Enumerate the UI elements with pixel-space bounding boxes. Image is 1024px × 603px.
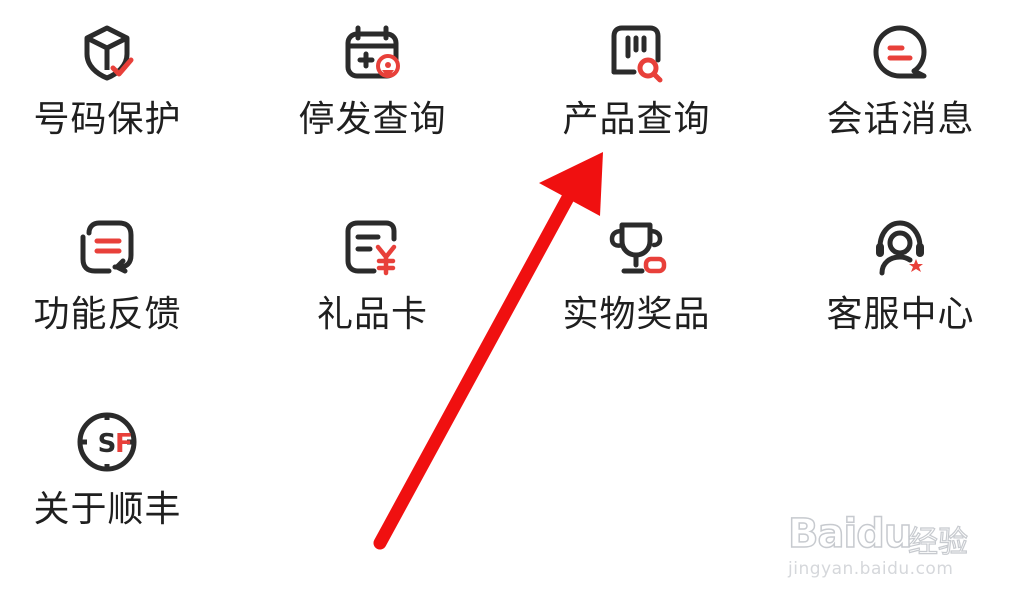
menu-item-label: 会话消息 xyxy=(826,99,975,140)
menu-item-suspension-query[interactable]: 停发查询 xyxy=(270,0,470,170)
menu-item-label: 客服中心 xyxy=(826,294,975,335)
menu-item-label: 功能反馈 xyxy=(33,294,182,335)
package-search-icon xyxy=(604,20,668,84)
menu-item-product-query[interactable]: 产品查询 xyxy=(534,0,734,170)
menu-item-number-protection[interactable]: 号码保护 xyxy=(5,0,205,170)
trophy-icon xyxy=(604,215,668,279)
calendar-location-icon xyxy=(340,20,404,84)
watermark-url: jingyan.baidu.com xyxy=(788,559,954,579)
feedback-refresh-icon xyxy=(75,215,139,279)
menu-item-customer-service[interactable]: 客服中心 xyxy=(798,195,998,365)
menu-item-feedback[interactable]: 功能反馈 xyxy=(5,195,205,365)
menu-item-label: 产品查询 xyxy=(562,99,711,140)
gift-card-yen-icon xyxy=(340,215,404,279)
chat-bubble-icon xyxy=(868,20,932,84)
menu-item-label: 礼品卡 xyxy=(316,294,428,335)
menu-item-messages[interactable]: 会话消息 xyxy=(798,0,998,170)
menu-item-label: 号码保护 xyxy=(33,99,182,140)
baidu-logo: Baidu xyxy=(787,510,913,558)
menu-item-physical-prizes[interactable]: 实物奖品 xyxy=(534,195,734,365)
customer-service-headset-icon xyxy=(868,215,932,279)
sf-logo-icon: S F xyxy=(75,410,139,474)
menu-item-label: 关于顺丰 xyxy=(33,489,182,530)
menu-item-gift-card[interactable]: 礼品卡 xyxy=(270,195,470,365)
menu-item-label: 停发查询 xyxy=(298,99,447,140)
svg-text:S: S xyxy=(98,429,117,459)
baidu-jingyan-watermark: Baidu 经验 jingyan.baidu.com xyxy=(780,493,1010,593)
menu-item-label: 实物奖品 xyxy=(562,294,711,335)
svg-text:F: F xyxy=(115,429,133,459)
box-shield-check-icon xyxy=(75,20,139,84)
menu-item-about-sf[interactable]: S F 关于顺丰 xyxy=(5,390,205,560)
jingyan-text: 经验 xyxy=(907,524,968,560)
